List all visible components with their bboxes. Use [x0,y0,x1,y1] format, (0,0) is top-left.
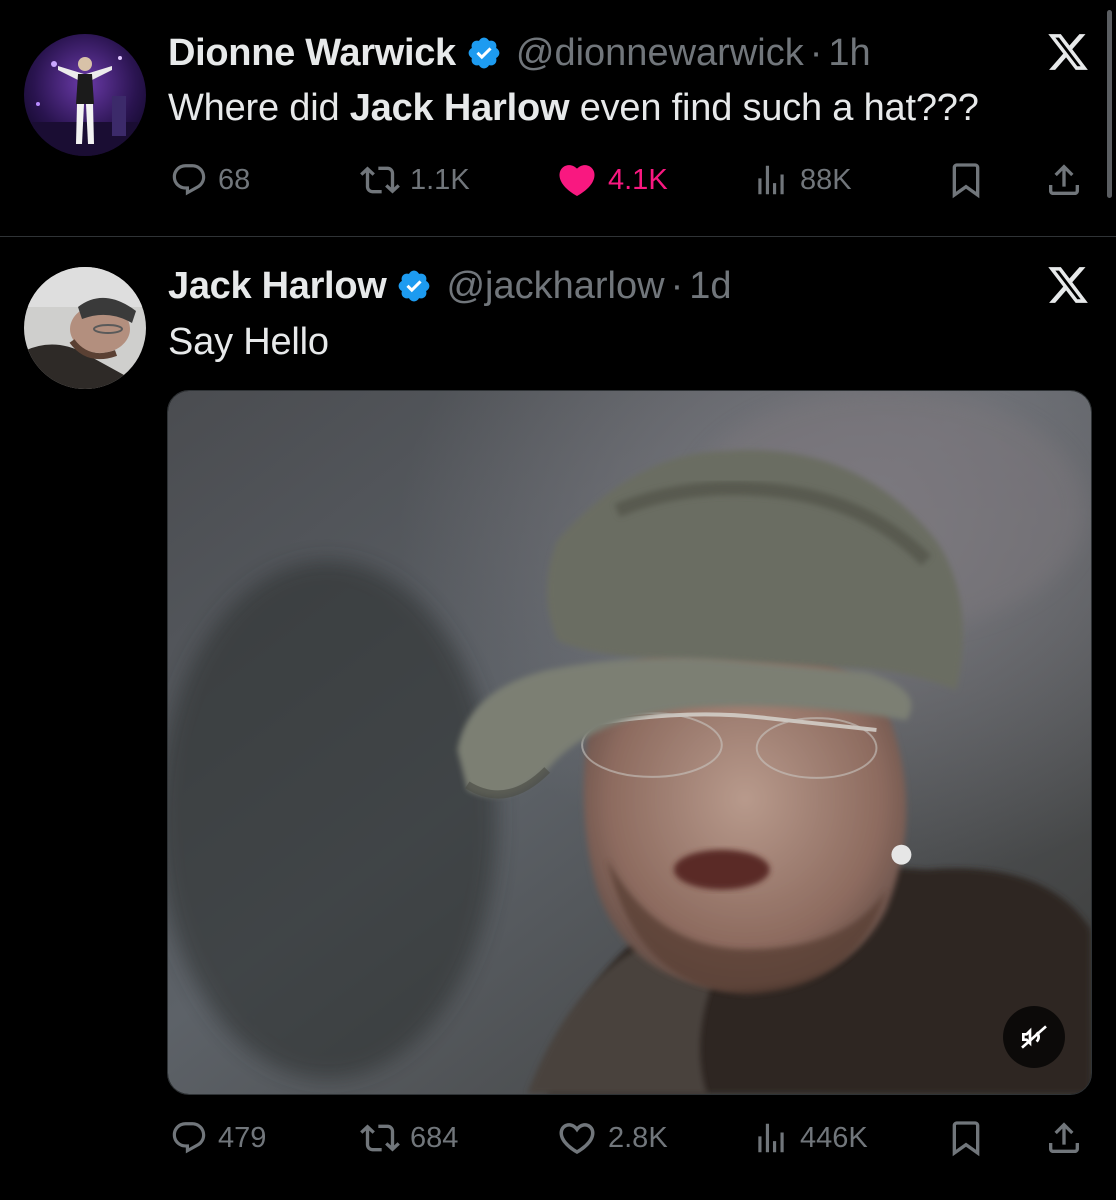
repost-icon [360,1124,400,1152]
views-button[interactable]: 88K [752,158,852,202]
bookmark-button[interactable] [946,1116,986,1160]
action-bar: 479 684 2.8K 446K [168,1116,1088,1160]
timestamp[interactable]: 1h [828,31,870,75]
action-bar: 68 1.1K 4.1K 88K [168,158,1088,202]
bookmark-icon [952,163,980,199]
handle[interactable]: @dionnewarwick [516,31,804,75]
like-button[interactable]: 2.8K [556,1116,668,1160]
repost-button[interactable]: 1.1K [360,158,470,202]
tweet-header: Jack Harlow @jackharlow · 1d [168,264,732,308]
repost-count: 1.1K [410,163,470,196]
tweet-jack-harlow[interactable]: Jack Harlow @jackharlow · 1d Say Hello 4… [0,236,1116,1200]
views-button[interactable]: 446K [752,1116,868,1160]
share-button[interactable] [1044,1116,1084,1160]
verified-badge-icon [399,270,430,302]
tweet-text-part: Where did [168,87,350,129]
repost-icon [360,166,400,194]
display-name[interactable]: Dionne Warwick [168,31,456,75]
mention-text: Jack Harlow [349,87,570,129]
timestamp[interactable]: 1d [689,264,731,308]
bookmark-button[interactable] [946,158,986,202]
reply-button[interactable]: 479 [170,1116,266,1160]
x-logo-icon [1048,34,1088,70]
handle[interactable]: @jackharlow [446,264,664,308]
display-name[interactable]: Jack Harlow [168,264,387,308]
heart-icon [559,165,595,197]
share-button[interactable] [1044,158,1084,202]
views-count: 446K [800,1121,868,1154]
tweet-text: Where did Jack Harlow even find such a h… [168,86,979,130]
reply-icon [172,164,206,196]
share-icon [1049,164,1079,195]
repost-count: 684 [410,1121,459,1154]
stage-performer-avatar [24,34,146,156]
tweet-text-part: even find such a hat??? [569,87,979,129]
tweet-header: Dionne Warwick @dionnewarwick · 1h [168,31,871,75]
views-icon [758,165,784,195]
profile-photo-avatar [24,267,146,389]
tweet-dionne-warwick[interactable]: Dionne Warwick @dionnewarwick · 1h Where… [0,0,1116,237]
separator-dot: · [670,265,684,307]
like-count: 2.8K [608,1121,668,1154]
repost-button[interactable]: 684 [360,1116,458,1160]
avatar[interactable] [24,267,146,389]
reply-icon [172,1122,206,1154]
separator-dot: · [809,32,823,74]
reply-count: 479 [218,1121,267,1154]
share-icon [1049,1122,1079,1153]
mute-toggle-button[interactable] [1003,1006,1065,1068]
like-button[interactable]: 4.1K [556,158,668,202]
verified-badge-icon [468,37,500,69]
reply-count: 68 [218,163,251,196]
bookmark-icon [952,1121,980,1157]
video-frame [168,391,1091,1094]
video-player[interactable] [167,390,1092,1095]
views-icon [758,1123,784,1153]
avatar[interactable] [24,34,146,156]
reply-button[interactable]: 68 [170,158,250,202]
x-logo-icon [1048,267,1088,303]
tweet-text: Say Hello [168,321,329,363]
heart-icon [559,1123,595,1155]
like-count: 4.1K [608,163,668,196]
views-count: 88K [800,163,852,196]
speaker-muted-icon [1021,1025,1047,1049]
